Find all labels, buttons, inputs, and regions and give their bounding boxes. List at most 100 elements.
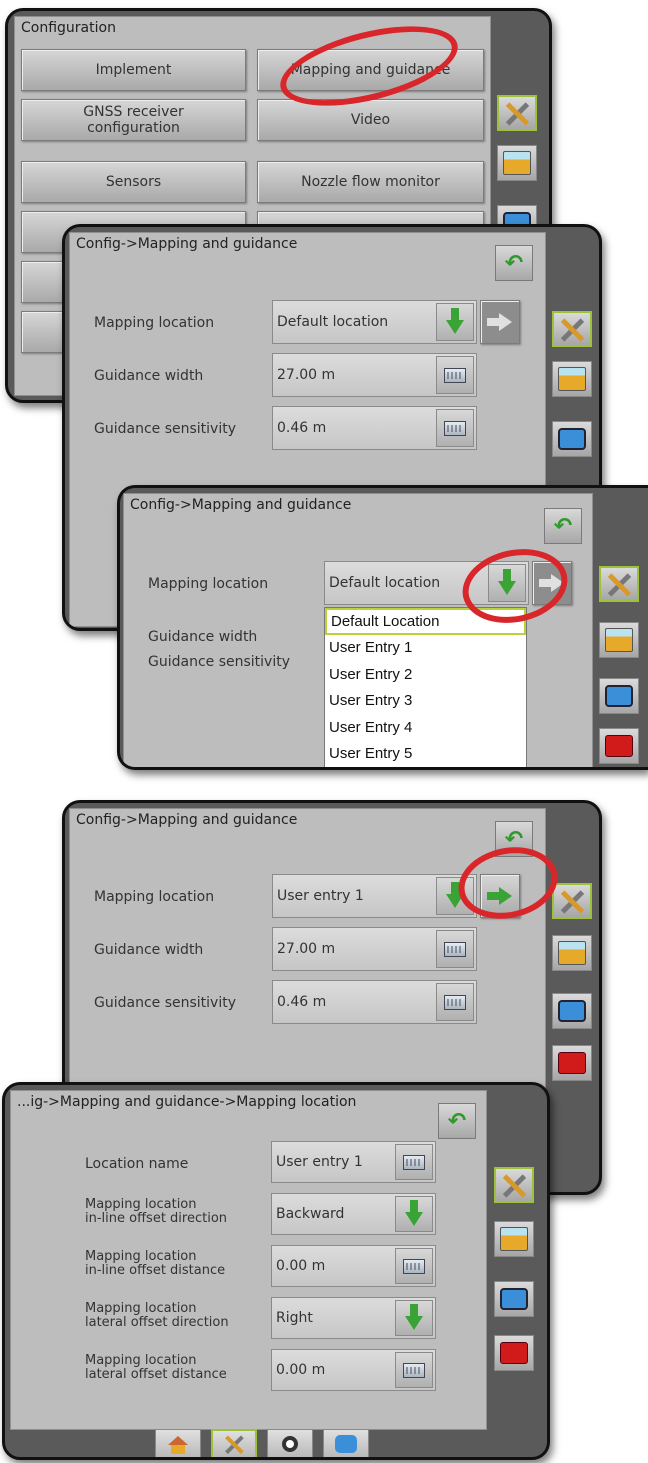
monitor-icon bbox=[605, 685, 633, 707]
inline-offset-distance-keyboard-button[interactable] bbox=[395, 1248, 433, 1284]
inline-offset-distance-value: 0.00 m bbox=[276, 1258, 326, 1274]
lateral-offset-distance-field[interactable]: 0.00 m bbox=[271, 1349, 436, 1391]
guidance-width-label: Guidance width bbox=[94, 942, 204, 958]
inline-offset-direction-select[interactable]: Backward bbox=[271, 1193, 436, 1235]
video-button[interactable]: Video bbox=[257, 99, 484, 141]
guidance-sensitivity-keyboard-button[interactable] bbox=[436, 983, 474, 1021]
back-button[interactable]: ↶ bbox=[495, 245, 533, 281]
side-tab-toolbox[interactable] bbox=[552, 1045, 592, 1081]
monitor-icon bbox=[500, 1288, 528, 1310]
inline-offset-distance-field[interactable]: 0.00 m bbox=[271, 1245, 436, 1287]
back-button[interactable]: ↶ bbox=[438, 1103, 476, 1139]
down-arrow-icon bbox=[405, 1200, 423, 1226]
guidance-sensitivity-field[interactable]: 0.46 m bbox=[272, 406, 477, 450]
guidance-width-keyboard-button[interactable] bbox=[436, 930, 474, 968]
guidance-width-label: Guidance width bbox=[94, 368, 204, 384]
tools-icon bbox=[504, 100, 530, 126]
lateral-offset-direction-value: Right bbox=[276, 1310, 313, 1326]
toolbox-icon bbox=[558, 1052, 586, 1074]
bottom-nav-tools[interactable] bbox=[211, 1429, 257, 1457]
bottom-nav-home[interactable] bbox=[155, 1429, 201, 1457]
lateral-offset-direction-dropdown-button[interactable] bbox=[395, 1300, 433, 1336]
guidance-width-field[interactable]: 27.00 m bbox=[272, 353, 477, 397]
guidance-width-keyboard-button[interactable] bbox=[436, 356, 474, 394]
keyboard-icon bbox=[403, 1154, 425, 1170]
side-tab-tools[interactable] bbox=[497, 95, 537, 131]
side-tab-tools[interactable] bbox=[599, 566, 639, 602]
side-tab-console[interactable] bbox=[552, 361, 592, 397]
back-arrow-icon: ↶ bbox=[447, 1108, 467, 1134]
mapping-location-select[interactable]: User entry 1 bbox=[272, 874, 477, 918]
lateral-offset-direction-select[interactable]: Right bbox=[271, 1297, 436, 1339]
keyboard-icon bbox=[403, 1362, 425, 1378]
mapping-location-forward-button[interactable] bbox=[480, 300, 520, 344]
dropdown-option[interactable]: User Entry 2 bbox=[325, 661, 526, 688]
side-tab-monitor[interactable] bbox=[552, 421, 592, 457]
mapping-location-label: Mapping location bbox=[94, 315, 215, 331]
mapping-location-value: User entry 1 bbox=[277, 888, 364, 904]
tools-icon bbox=[501, 1172, 527, 1198]
lateral-distance-label-line2: lateral offset distance bbox=[85, 1367, 227, 1382]
implement-button[interactable]: Implement bbox=[21, 49, 246, 91]
toolbox-icon bbox=[500, 1342, 528, 1364]
location-name-field[interactable]: User entry 1 bbox=[271, 1141, 436, 1183]
lateral-offset-distance-keyboard-button[interactable] bbox=[395, 1352, 433, 1388]
toolbox-icon bbox=[605, 735, 633, 757]
side-tab-console[interactable] bbox=[599, 622, 639, 658]
dropdown-option[interactable]: User Entry 3 bbox=[325, 688, 526, 715]
guidance-sensitivity-field[interactable]: 0.46 m bbox=[272, 980, 477, 1024]
guidance-sensitivity-keyboard-button[interactable] bbox=[436, 409, 474, 447]
mapping-location-select[interactable]: Default location bbox=[272, 300, 477, 344]
dropdown-option[interactable]: User Entry 5 bbox=[325, 741, 526, 768]
nozzle-flow-monitor-button[interactable]: Nozzle flow monitor bbox=[257, 161, 484, 203]
dropdown-option[interactable]: User Entry 4 bbox=[325, 714, 526, 741]
inline-offset-direction-dropdown-button[interactable] bbox=[395, 1196, 433, 1232]
location-name-label: Location name bbox=[85, 1156, 189, 1172]
mapping-location-dropdown-list: Default Location User Entry 1 User Entry… bbox=[324, 607, 527, 768]
mapping-location-dropdown-button[interactable] bbox=[436, 303, 474, 341]
console-box-icon bbox=[558, 941, 586, 965]
inline-direction-label-line1: Mapping location bbox=[85, 1197, 197, 1212]
location-name-keyboard-button[interactable] bbox=[395, 1144, 433, 1180]
dropdown-option[interactable]: User Entry 1 bbox=[325, 635, 526, 662]
guidance-width-field[interactable]: 27.00 m bbox=[272, 927, 477, 971]
home-icon bbox=[168, 1435, 188, 1454]
guidance-sensitivity-label: Guidance sensitivity bbox=[94, 995, 237, 1011]
back-button[interactable]: ↶ bbox=[544, 508, 582, 544]
keyboard-icon bbox=[444, 941, 466, 957]
back-arrow-icon: ↶ bbox=[553, 513, 573, 539]
lateral-offset-distance-value: 0.00 m bbox=[276, 1362, 326, 1378]
side-tab-tools[interactable] bbox=[552, 883, 592, 919]
inline-direction-label: Mapping location in-line offset directio… bbox=[85, 1198, 227, 1226]
side-tab-monitor[interactable] bbox=[599, 678, 639, 714]
bottom-nav-target[interactable] bbox=[267, 1429, 313, 1457]
mapping-location-panel: ...ig->Mapping and guidance->Mapping loc… bbox=[2, 1082, 550, 1460]
side-tab-console[interactable] bbox=[552, 935, 592, 971]
keyboard-icon bbox=[444, 367, 466, 383]
side-tab-monitor[interactable] bbox=[552, 993, 592, 1029]
console-box-icon bbox=[605, 628, 633, 652]
side-tab-monitor[interactable] bbox=[494, 1281, 534, 1317]
side-tab-tools[interactable] bbox=[552, 311, 592, 347]
keyboard-icon bbox=[444, 994, 466, 1010]
bottom-nav-data[interactable] bbox=[323, 1429, 369, 1457]
down-arrow-icon bbox=[446, 308, 464, 334]
console-box-icon bbox=[500, 1227, 528, 1251]
gnss-receiver-configuration-button[interactable]: GNSS receiver configuration bbox=[21, 99, 246, 141]
side-tab-console[interactable] bbox=[497, 145, 537, 181]
monitor-icon bbox=[558, 428, 586, 450]
back-arrow-icon: ↶ bbox=[504, 250, 524, 276]
guidance-width-value: 27.00 m bbox=[277, 367, 336, 383]
lateral-direction-label-line2: lateral offset direction bbox=[85, 1315, 229, 1330]
sensors-button[interactable]: Sensors bbox=[21, 161, 246, 203]
down-arrow-icon bbox=[405, 1304, 423, 1330]
side-tab-toolbox[interactable] bbox=[599, 728, 639, 764]
mapping-location-label: Mapping location bbox=[148, 576, 269, 592]
tools-icon bbox=[606, 571, 632, 597]
target-icon bbox=[282, 1436, 298, 1452]
lateral-distance-label: Mapping location lateral offset distance bbox=[85, 1354, 227, 1382]
keyboard-icon bbox=[403, 1258, 425, 1274]
side-tab-toolbox[interactable] bbox=[494, 1335, 534, 1371]
side-tab-tools[interactable] bbox=[494, 1167, 534, 1203]
side-tab-console[interactable] bbox=[494, 1221, 534, 1257]
